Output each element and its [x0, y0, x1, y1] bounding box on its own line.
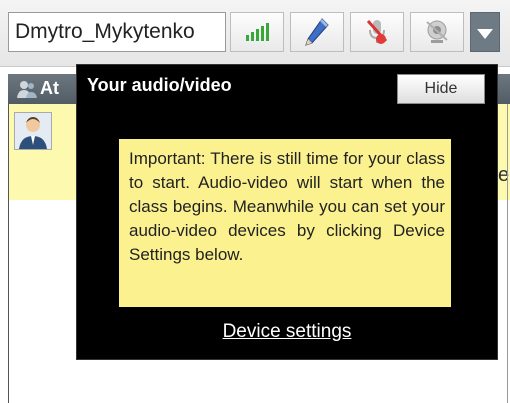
signal-strength-icon — [246, 23, 269, 41]
whiteboard-pencil-button[interactable] — [290, 12, 344, 52]
pencil-icon — [305, 18, 329, 46]
popup-title: Your audio/video — [87, 75, 232, 95]
webcam-off-icon — [426, 20, 448, 43]
hide-button[interactable]: Hide — [397, 74, 485, 104]
attendees-icon — [17, 81, 37, 98]
connection-status-button[interactable] — [230, 12, 284, 52]
username-display: Dmytro_Mykytenko — [8, 12, 226, 52]
toolbar-menu-dropdown[interactable] — [470, 12, 500, 52]
audio-video-popup: Your audio/video Hide Important: There i… — [76, 64, 498, 360]
attendees-panel-title: At — [40, 78, 59, 98]
device-settings-link[interactable]: Device settings — [77, 321, 497, 343]
class-start-notice: Important: There is still time for your … — [119, 139, 451, 307]
microphone-toggle-button[interactable] — [350, 12, 404, 52]
webcam-toggle-button[interactable] — [410, 12, 464, 52]
microphone-muted-icon — [366, 19, 388, 44]
top-toolbar: Dmytro_Mykytenko — [0, 0, 510, 67]
chevron-down-icon — [477, 29, 493, 39]
